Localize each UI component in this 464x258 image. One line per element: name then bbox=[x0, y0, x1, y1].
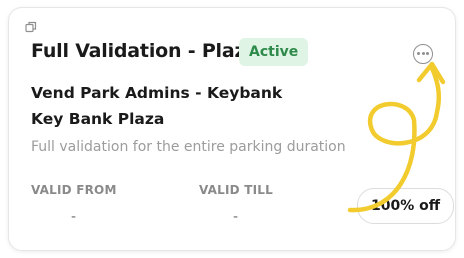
location-name: Key Bank Plaza bbox=[31, 110, 165, 128]
organization-name: Vend Park Admins - Keybank bbox=[31, 84, 283, 102]
valid-till-value: - bbox=[233, 209, 239, 225]
valid-till-label: VALID TILL bbox=[199, 183, 273, 197]
more-options-icon bbox=[417, 52, 420, 55]
more-options-button[interactable] bbox=[413, 44, 433, 64]
copy-icon bbox=[25, 21, 37, 33]
validation-card[interactable]: Full Validation - Plaza Active Vend Park… bbox=[8, 7, 456, 251]
valid-from-label: VALID FROM bbox=[31, 183, 117, 197]
card-description: Full validation for the entire parking d… bbox=[31, 139, 346, 155]
status-badge: Active bbox=[239, 38, 309, 66]
discount-pill: 100% off bbox=[357, 188, 455, 224]
valid-from-value: - bbox=[71, 209, 77, 225]
card-title: Full Validation - Plaza bbox=[31, 40, 258, 62]
